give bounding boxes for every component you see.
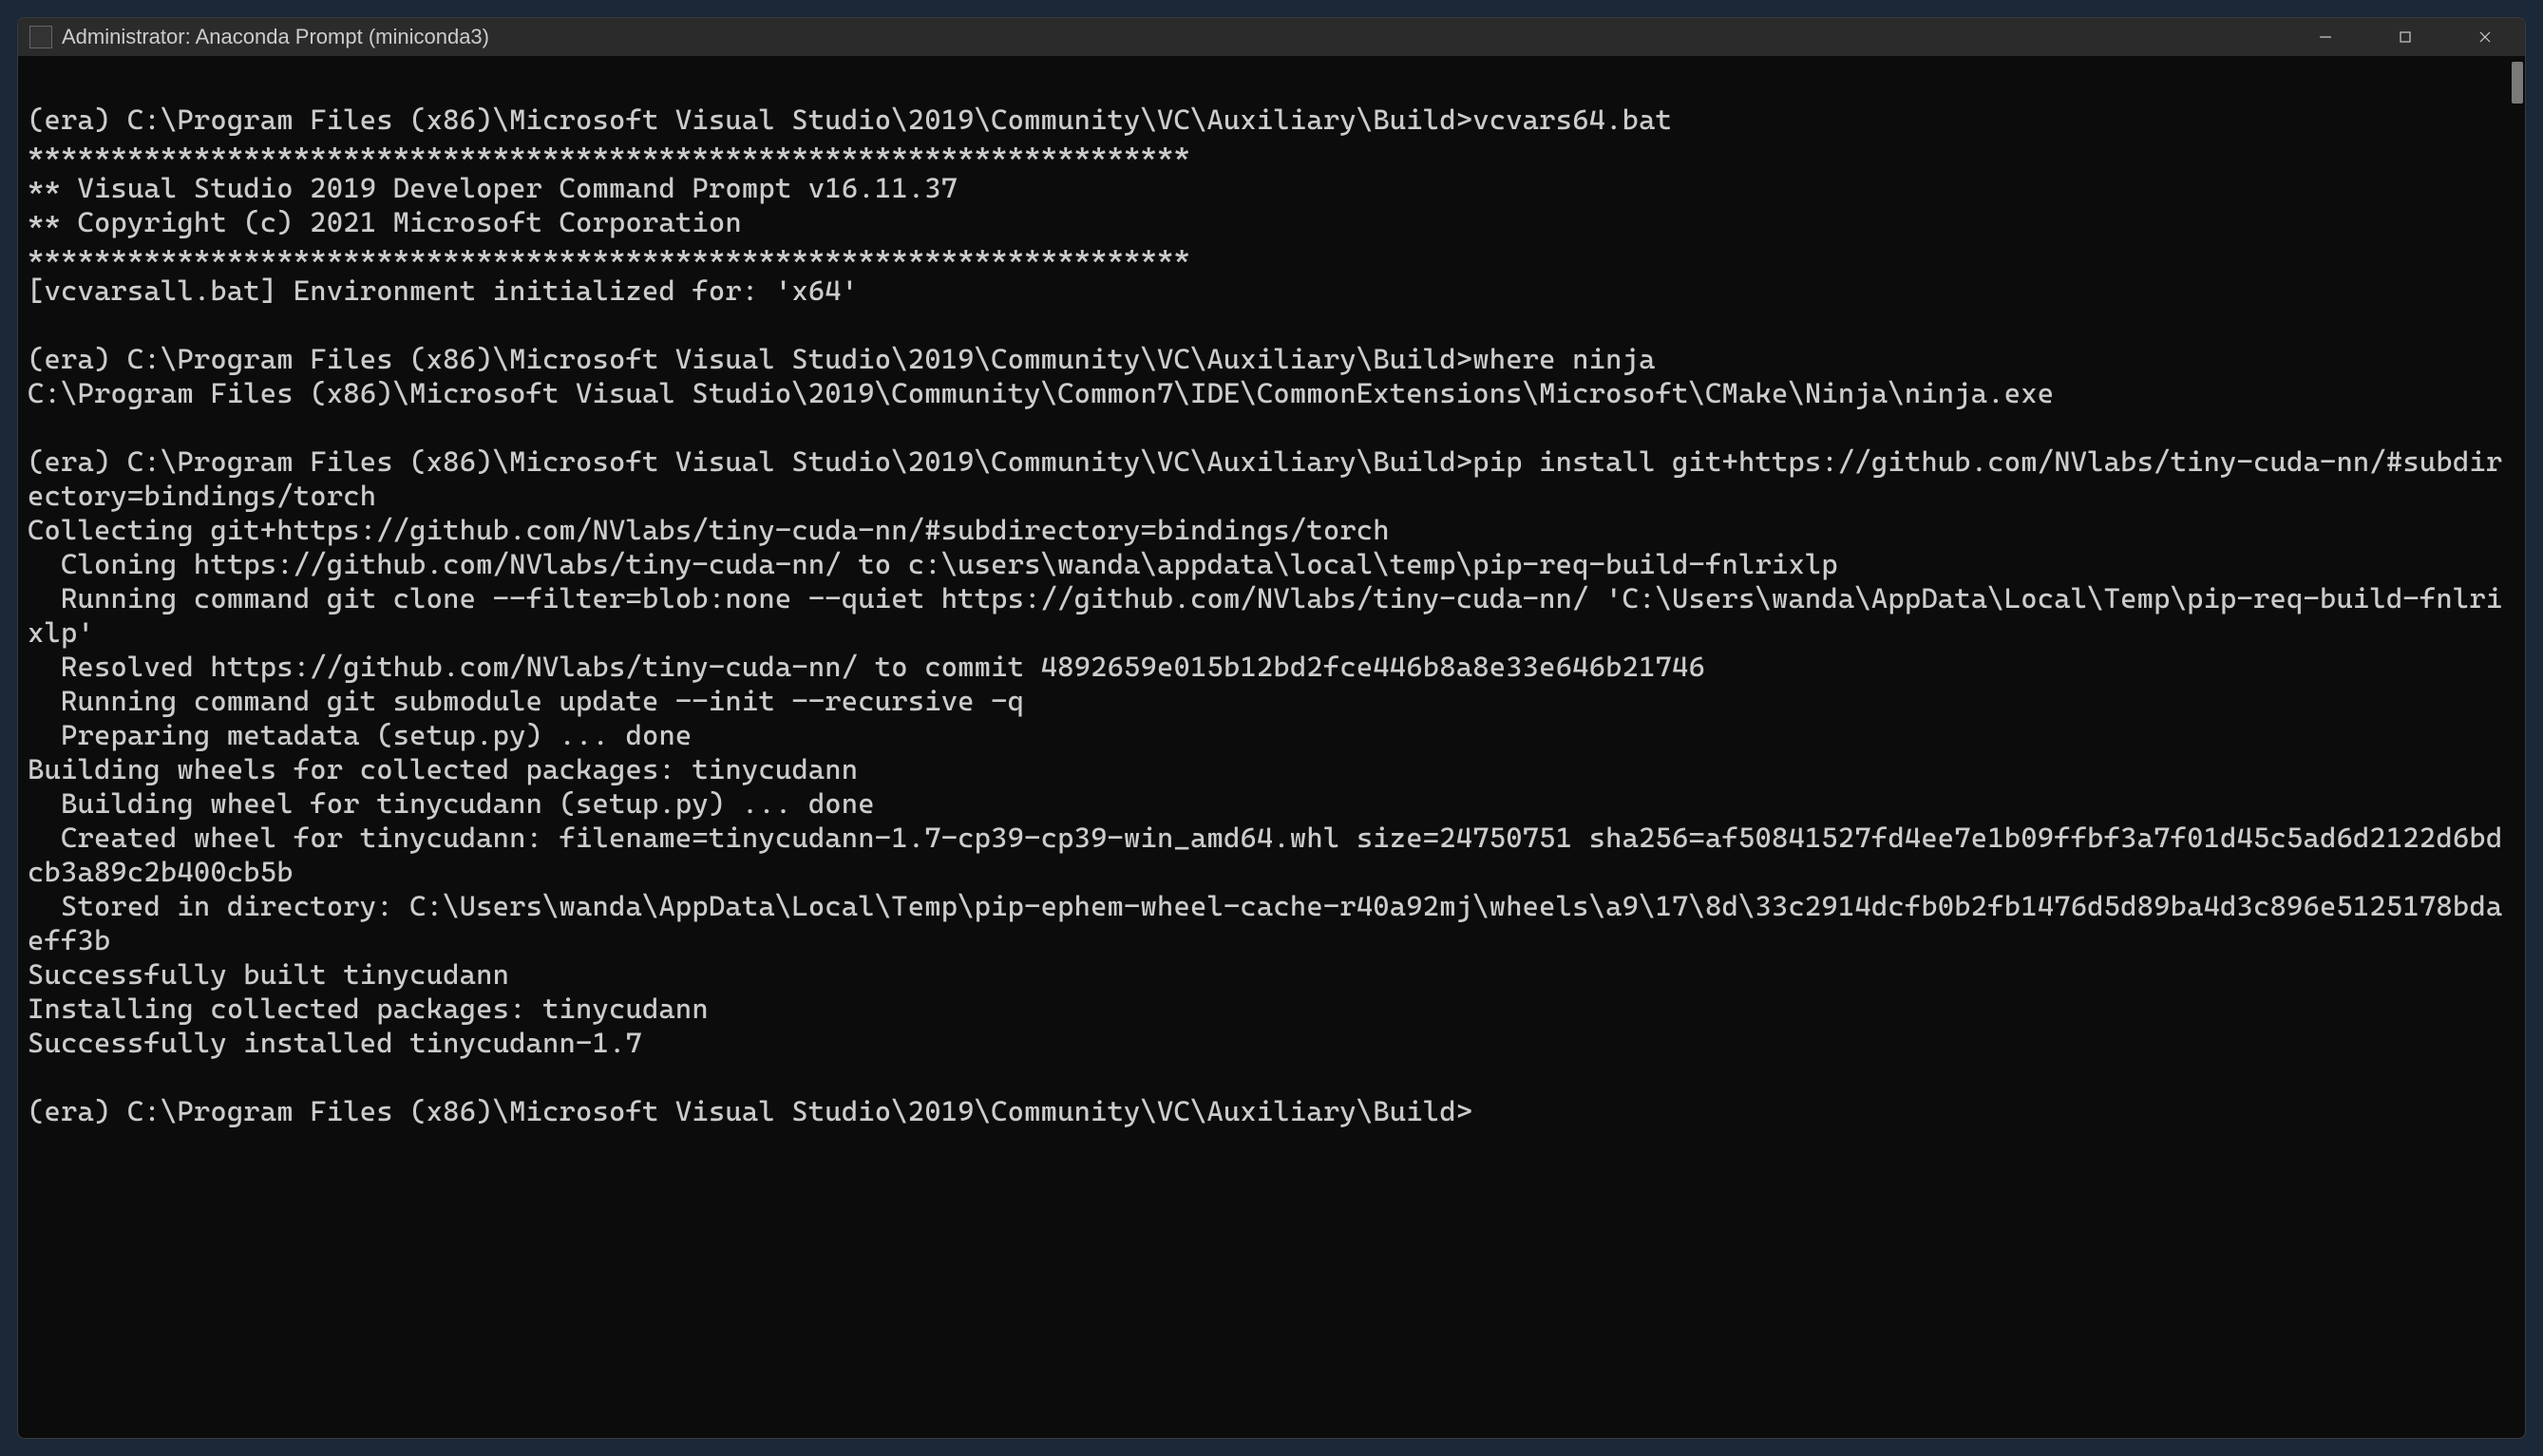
close-button[interactable] xyxy=(2445,18,2525,56)
app-icon xyxy=(29,26,52,48)
output-line: Successfully built tinycudann xyxy=(28,958,2515,993)
blank-line xyxy=(28,309,2515,343)
command-text: vcvars64.bat xyxy=(1472,104,1672,136)
terminal-content[interactable]: (era) C:\Program Files (x86)\Microsoft V… xyxy=(18,56,2525,1206)
output-line: Created wheel for tinycudann: filename=t… xyxy=(28,822,2515,890)
maximize-icon xyxy=(2397,28,2414,46)
output-line: Running command git submodule update --i… xyxy=(28,685,2515,719)
terminal-window: Administrator: Anaconda Prompt (minicond… xyxy=(17,17,2526,1439)
output-line: Resolved https://github.com/NVlabs/tiny-… xyxy=(28,651,2515,685)
titlebar[interactable]: Administrator: Anaconda Prompt (minicond… xyxy=(18,18,2525,56)
minimize-icon xyxy=(2317,28,2334,46)
prompt-text: (era) C:\Program Files (x86)\Microsoft V… xyxy=(28,343,1472,375)
output-line: Building wheel for tinycudann (setup.py)… xyxy=(28,787,2515,822)
scrollbar-thumb[interactable] xyxy=(2512,62,2523,104)
output-line: ** Visual Studio 2019 Developer Command … xyxy=(28,172,2515,206)
output-line: Cloning https://github.com/NVlabs/tiny-c… xyxy=(28,548,2515,582)
output-line: Building wheels for collected packages: … xyxy=(28,753,2515,787)
output-line: Preparing metadata (setup.py) ... done xyxy=(28,719,2515,753)
output-line: Running command git clone --filter=blob:… xyxy=(28,582,2515,651)
output-line: Successfully installed tinycudann-1.7 xyxy=(28,1027,2515,1061)
prompt-line: (era) C:\Program Files (x86)\Microsoft V… xyxy=(28,104,2515,138)
blank-line xyxy=(28,1061,2515,1095)
prompt-text: (era) C:\Program Files (x86)\Microsoft V… xyxy=(28,445,1472,478)
command-text: where ninja xyxy=(1472,343,1655,375)
output-line: Stored in directory: C:\Users\wanda\AppD… xyxy=(28,890,2515,958)
output-line: ****************************************… xyxy=(28,138,2515,172)
maximize-button[interactable] xyxy=(2365,18,2445,56)
window-title: Administrator: Anaconda Prompt (minicond… xyxy=(62,25,489,49)
output-line: [vcvarsall.bat] Environment initialized … xyxy=(28,274,2515,309)
output-line: C:\Program Files (x86)\Microsoft Visual … xyxy=(28,377,2515,411)
output-line: Installing collected packages: tinycudan… xyxy=(28,993,2515,1027)
prompt-text: (era) C:\Program Files (x86)\Microsoft V… xyxy=(28,104,1472,136)
prompt-text: (era) C:\Program Files (x86)\Microsoft V… xyxy=(28,1095,1472,1127)
window-controls xyxy=(2286,18,2525,56)
output-line: Collecting git+https://github.com/NVlabs… xyxy=(28,514,2515,548)
prompt-line: (era) C:\Program Files (x86)\Microsoft V… xyxy=(28,445,2515,514)
terminal-body[interactable]: (era) C:\Program Files (x86)\Microsoft V… xyxy=(18,56,2525,1438)
close-icon xyxy=(2477,28,2494,46)
output-line: ****************************************… xyxy=(28,240,2515,274)
cursor xyxy=(1472,1096,1488,1127)
output-line: ** Copyright (c) 2021 Microsoft Corporat… xyxy=(28,206,2515,240)
minimize-button[interactable] xyxy=(2286,18,2365,56)
prompt-line: (era) C:\Program Files (x86)\Microsoft V… xyxy=(28,1095,2515,1129)
blank-line xyxy=(28,411,2515,445)
prompt-line: (era) C:\Program Files (x86)\Microsoft V… xyxy=(28,343,2515,377)
